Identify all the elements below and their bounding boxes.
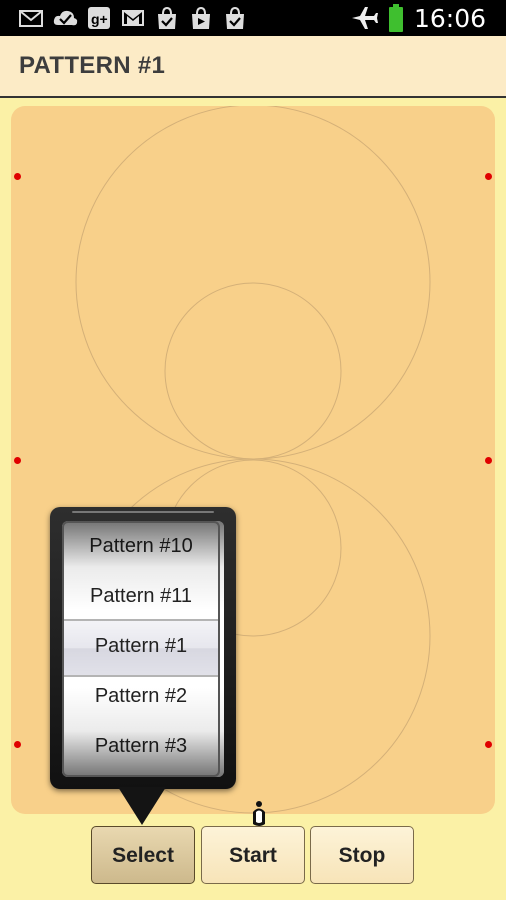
play-store-icon <box>192 6 210 29</box>
google-plus-icon: g+ <box>88 7 110 29</box>
picker-item-selected[interactable]: Pattern #1 <box>62 621 220 671</box>
marker-dot <box>485 457 492 464</box>
select-button[interactable]: Select <box>91 826 195 884</box>
status-bar: g+ 16:06 <box>0 0 506 36</box>
picker-pointer <box>118 787 166 825</box>
page-title: PATTERN #1 <box>19 52 166 79</box>
walker-icon <box>253 801 265 826</box>
pattern-circle-upper-small <box>164 282 342 460</box>
marker-dot <box>14 173 21 180</box>
stop-button[interactable]: Stop <box>310 826 414 884</box>
check-icon <box>53 10 78 26</box>
store-icon <box>226 6 244 29</box>
mail-icon <box>19 10 43 27</box>
picker-item[interactable]: Pattern #11 <box>62 571 220 621</box>
store-icon <box>158 6 176 29</box>
marker-dot <box>14 457 21 464</box>
marker-dot <box>485 173 492 180</box>
marker-dot <box>485 741 492 748</box>
picker-item[interactable]: Pattern #3 <box>62 721 220 771</box>
start-button[interactable]: Start <box>201 826 305 884</box>
picker-wheel[interactable]: Pattern #10 Pattern #11 Pattern #1 Patte… <box>62 521 224 777</box>
notification-icons: g+ <box>18 5 248 31</box>
action-bar: PATTERN #1 <box>0 36 506 98</box>
battery-icon <box>388 4 403 32</box>
picker-item[interactable]: Pattern #10 <box>62 521 220 571</box>
pattern-picker: Pattern #10 Pattern #11 Pattern #1 Patte… <box>50 507 236 789</box>
airplane-icon <box>351 7 378 29</box>
marker-dot <box>14 741 21 748</box>
status-right: 16:06 <box>350 0 486 36</box>
picker-top-line <box>72 511 214 513</box>
picker-item[interactable]: Pattern #2 <box>62 671 220 721</box>
svg-text:g+: g+ <box>91 11 108 27</box>
gmail-icon <box>122 10 144 26</box>
clock: 16:06 <box>413 3 486 33</box>
